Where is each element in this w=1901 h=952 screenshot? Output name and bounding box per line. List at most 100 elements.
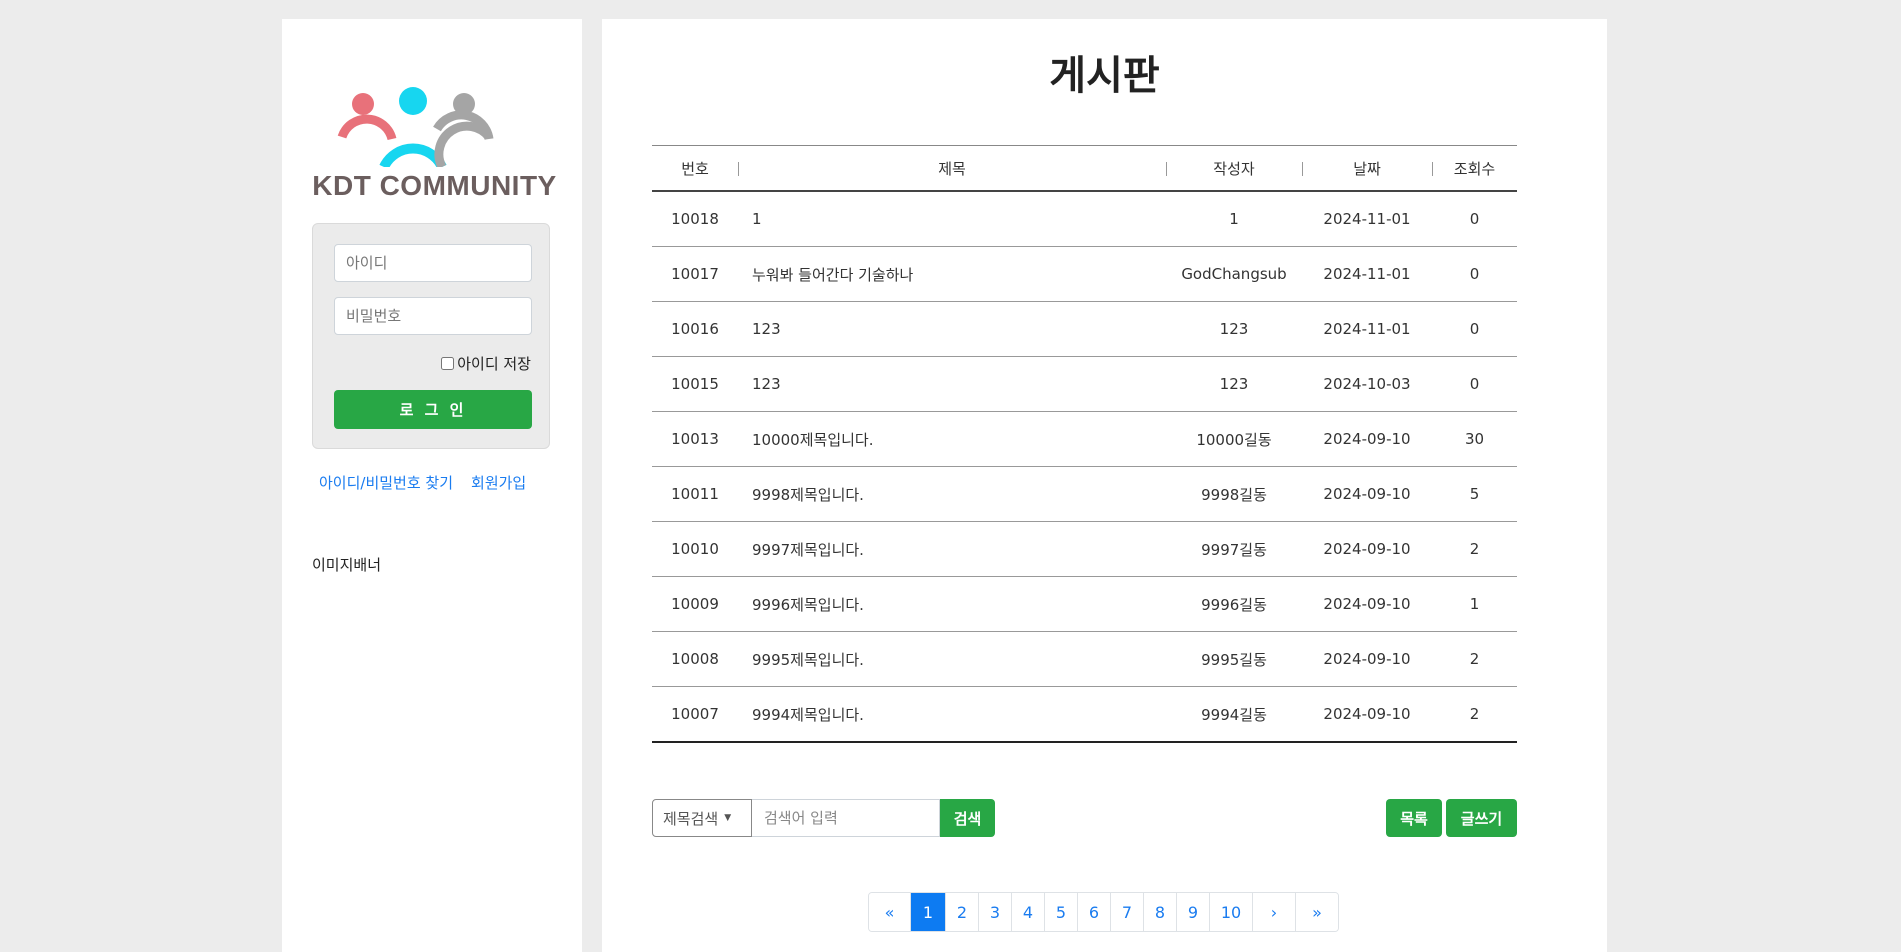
caret-down-icon: ▼ — [724, 813, 732, 823]
table-header-row: 번호 제목 작성자 날짜 조회수 — [652, 145, 1517, 192]
post-number: 10017 — [652, 246, 738, 302]
save-id-option[interactable]: 아이디 저장 — [441, 353, 531, 374]
post-views: 0 — [1432, 246, 1517, 302]
first-page-button[interactable]: « — [869, 893, 910, 931]
main-content: 게시판 번호 제목 작성자 날짜 조회수 10018 1 1 2024-11-0… — [602, 19, 1607, 952]
login-form: 아이디 저장 로 그 인 — [312, 223, 550, 449]
search-input[interactable] — [752, 799, 940, 837]
list-button[interactable]: 목록 — [1386, 799, 1442, 837]
post-title[interactable]: 123 — [738, 356, 1166, 412]
post-date: 2024-09-10 — [1302, 521, 1432, 577]
pagination: « 1 2 3 4 5 6 7 8 9 10 › » — [868, 892, 1339, 932]
post-number: 10013 — [652, 411, 738, 467]
search-type-value: 제목검색 — [663, 809, 719, 828]
write-button[interactable]: 글쓰기 — [1446, 799, 1517, 837]
post-title[interactable]: 9995제목입니다. — [738, 631, 1166, 687]
post-views: 1 — [1432, 576, 1517, 632]
post-views: 2 — [1469, 705, 1480, 723]
logo-text: KDT COMMUNITY — [312, 170, 557, 201]
page-button-7[interactable]: 7 — [1110, 893, 1143, 931]
post-number: 10011 — [652, 466, 738, 522]
post-title[interactable]: 9998제목입니다. — [738, 466, 1166, 522]
table-row[interactable]: 10009 9996제목입니다. 9996길동 2024-09-10 1 — [652, 576, 1517, 632]
post-author: GodChangsub — [1166, 246, 1302, 302]
post-date: 2024-10-03 — [1302, 356, 1432, 412]
post-date: 2024-09-10 — [1323, 705, 1411, 723]
post-views: 0 — [1432, 356, 1517, 412]
post-title[interactable]: 123 — [738, 301, 1166, 357]
id-input[interactable] — [334, 244, 532, 282]
post-author: 9998길동 — [1166, 466, 1302, 522]
table-row[interactable]: 10015 123 123 2024-10-03 0 — [652, 356, 1517, 412]
save-id-label: 아이디 저장 — [457, 355, 531, 373]
image-banner: 이미지배너 — [312, 556, 382, 574]
post-title[interactable]: 누워봐 들어간다 기술하나 — [738, 246, 1166, 302]
post-number: 10010 — [652, 521, 738, 577]
table-row[interactable]: 10017 누워봐 들어간다 기술하나 GodChangsub 2024-11-… — [652, 246, 1517, 302]
post-title[interactable]: 9996제목입니다. — [738, 576, 1166, 632]
post-views: 2 — [1432, 631, 1517, 687]
post-title[interactable]: 1 — [738, 191, 1166, 247]
post-author: 9994길동 — [1201, 705, 1267, 724]
table-row[interactable]: 10011 9998제목입니다. 9998길동 2024-09-10 5 — [652, 466, 1517, 522]
page-button-4[interactable]: 4 — [1011, 893, 1044, 931]
post-number: 10018 — [652, 191, 738, 247]
page-button-9[interactable]: 9 — [1176, 893, 1209, 931]
post-title[interactable]: 10000제목입니다. — [738, 411, 1166, 467]
search-bar: 제목검색 ▼ 검색 — [652, 799, 995, 837]
post-date: 2024-09-10 — [1302, 411, 1432, 467]
post-author: 123 — [1166, 356, 1302, 412]
signup-link[interactable]: 회원가입 — [471, 474, 526, 492]
post-date: 2024-09-10 — [1302, 466, 1432, 522]
site-logo[interactable]: KDT COMMUNITY — [312, 67, 557, 202]
post-title[interactable]: 9997제목입니다. — [738, 521, 1166, 577]
page-button-5[interactable]: 5 — [1044, 893, 1077, 931]
post-views: 2 — [1432, 521, 1517, 577]
page-button-1[interactable]: 1 — [910, 893, 945, 931]
page-button-8[interactable]: 8 — [1143, 893, 1176, 931]
last-page-button[interactable]: » — [1295, 893, 1338, 931]
table-row[interactable]: 10010 9997제목입니다. 9997길동 2024-09-10 2 — [652, 521, 1517, 577]
save-id-checkbox[interactable] — [441, 357, 455, 370]
column-header-date: 날짜 — [1302, 145, 1432, 192]
page-button-3[interactable]: 3 — [978, 893, 1011, 931]
table-row[interactable]: 10007 9994제목입니다. 9994길동 2024-09-10 2 — [652, 687, 1517, 743]
post-date: 2024-11-01 — [1302, 191, 1432, 247]
post-author: 9997길동 — [1166, 521, 1302, 577]
column-header-number: 번호 — [652, 145, 738, 192]
post-number: 10008 — [652, 631, 738, 687]
post-date: 2024-11-01 — [1302, 301, 1432, 357]
page-title: 게시판 — [1049, 53, 1160, 99]
post-number: 10009 — [652, 576, 738, 632]
post-number: 10016 — [652, 301, 738, 357]
page-button-10[interactable]: 10 — [1209, 893, 1252, 931]
search-type-select[interactable]: 제목검색 ▼ — [652, 799, 752, 837]
post-author: 123 — [1166, 301, 1302, 357]
page-button-2[interactable]: 2 — [945, 893, 978, 931]
post-number: 10007 — [671, 705, 719, 723]
post-views: 0 — [1432, 191, 1517, 247]
post-views: 30 — [1432, 411, 1517, 467]
post-author: 1 — [1166, 191, 1302, 247]
post-date: 2024-09-10 — [1302, 631, 1432, 687]
people-logo-icon — [337, 87, 494, 167]
post-number: 10015 — [652, 356, 738, 412]
table-row[interactable]: 10013 10000제목입니다. 10000길동 2024-09-10 30 — [652, 411, 1517, 467]
table-row[interactable]: 10018 1 1 2024-11-01 0 — [652, 191, 1517, 247]
column-header-title: 제목 — [738, 145, 1166, 192]
next-page-button[interactable]: › — [1252, 893, 1295, 931]
search-button[interactable]: 검색 — [940, 799, 995, 837]
table-row[interactable]: 10016 123 123 2024-11-01 0 — [652, 301, 1517, 357]
post-date: 2024-11-01 — [1302, 246, 1432, 302]
board-table: 번호 제목 작성자 날짜 조회수 10018 1 1 2024-11-01 0 … — [652, 145, 1517, 743]
password-input[interactable] — [334, 297, 532, 335]
column-header-views: 조회수 — [1432, 145, 1517, 192]
page-button-6[interactable]: 6 — [1077, 893, 1110, 931]
post-views: 0 — [1432, 301, 1517, 357]
table-row[interactable]: 10008 9995제목입니다. 9995길동 2024-09-10 2 — [652, 631, 1517, 687]
post-author: 10000길동 — [1166, 411, 1302, 467]
find-account-link[interactable]: 아이디/비밀번호 찾기 — [319, 474, 453, 492]
account-links: 아이디/비밀번호 찾기 회원가입 — [319, 472, 544, 493]
post-title[interactable]: 9994제목입니다. — [738, 687, 1166, 743]
login-button[interactable]: 로 그 인 — [334, 390, 532, 429]
